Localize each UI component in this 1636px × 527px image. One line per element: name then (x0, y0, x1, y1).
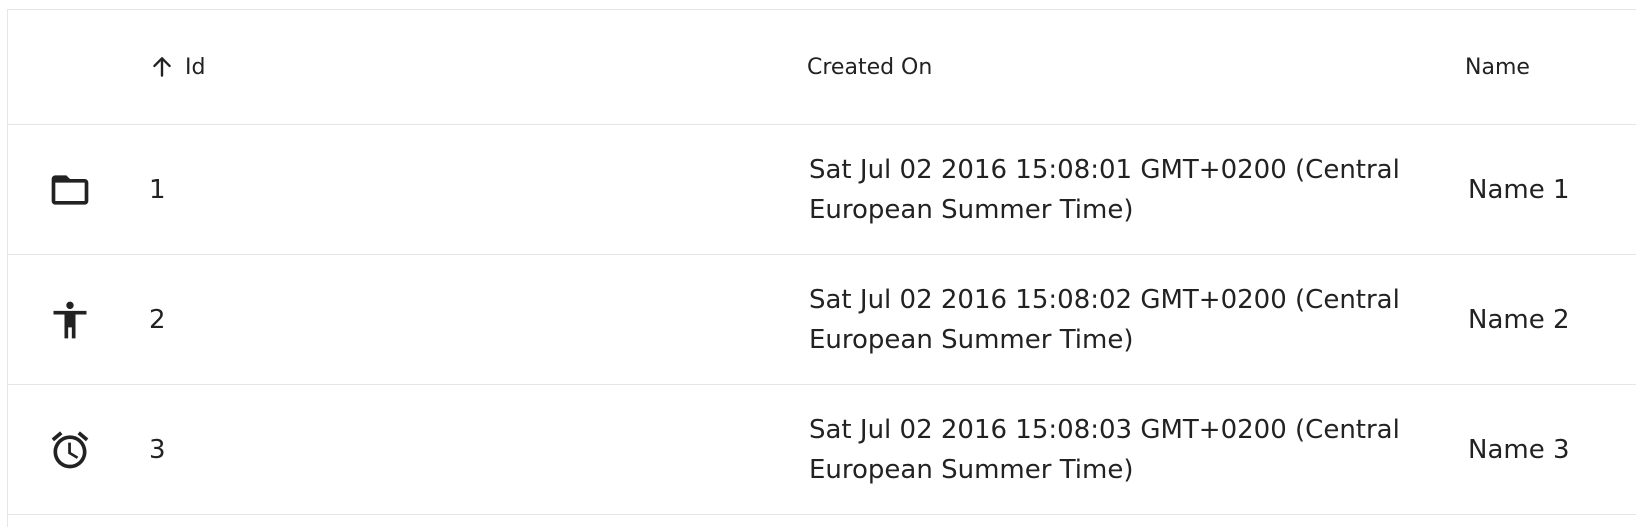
accessibility-icon (48, 298, 92, 342)
header-label-id: Id (185, 54, 206, 80)
table-row[interactable]: 3 Sat Jul 02 2016 15:08:03 GMT+0200 (Cen… (8, 385, 1636, 515)
row-id-cell: 3 (149, 385, 749, 514)
row-id-cell: 1 (149, 125, 749, 254)
row-id: 1 (149, 174, 166, 205)
row-created-on: Sat Jul 02 2016 15:08:03 GMT+0200 (Centr… (809, 414, 1400, 485)
row-created-on-cell: Sat Jul 02 2016 15:08:01 GMT+0200 (Centr… (809, 125, 1429, 254)
row-name-cell: Name 2 (1468, 255, 1628, 384)
row-name-cell: Name 3 (1468, 385, 1628, 514)
header-cell-id: Id (149, 10, 749, 124)
row-icon-cell (48, 255, 98, 384)
row-id: 2 (149, 304, 166, 335)
row-created-on: Sat Jul 02 2016 15:08:02 GMT+0200 (Centr… (809, 284, 1400, 355)
table-row[interactable]: 1 Sat Jul 02 2016 15:08:01 GMT+0200 (Cen… (8, 125, 1636, 255)
row-name: Name 1 (1468, 174, 1570, 205)
row-icon-cell (48, 125, 98, 254)
row-name: Name 2 (1468, 304, 1570, 335)
row-created-on: Sat Jul 02 2016 15:08:01 GMT+0200 (Centr… (809, 154, 1400, 225)
row-id-cell: 2 (149, 255, 749, 384)
header-label-created-on: Created On (807, 54, 933, 80)
arrow-up-icon (149, 54, 175, 80)
header-cell-name: Name (1465, 10, 1625, 124)
row-created-on-cell: Sat Jul 02 2016 15:08:03 GMT+0200 (Centr… (809, 385, 1429, 514)
alarm-icon (48, 428, 92, 472)
folder-icon (48, 168, 92, 212)
row-icon-cell (48, 385, 98, 514)
row-name: Name 3 (1468, 434, 1570, 465)
header-label-name: Name (1465, 54, 1530, 80)
table-header-row: Id Created On Name (8, 10, 1636, 125)
header-cell-created-on: Created On (807, 10, 1427, 124)
row-name-cell: Name 1 (1468, 125, 1628, 254)
data-table: Id Created On Name 1 Sat Jul 02 2016 15:… (7, 9, 1636, 527)
row-id: 3 (149, 434, 166, 465)
sort-id-button[interactable]: Id (149, 54, 205, 80)
table-row[interactable]: 2 Sat Jul 02 2016 15:08:02 GMT+0200 (Cen… (8, 255, 1636, 385)
row-created-on-cell: Sat Jul 02 2016 15:08:02 GMT+0200 (Centr… (809, 255, 1429, 384)
